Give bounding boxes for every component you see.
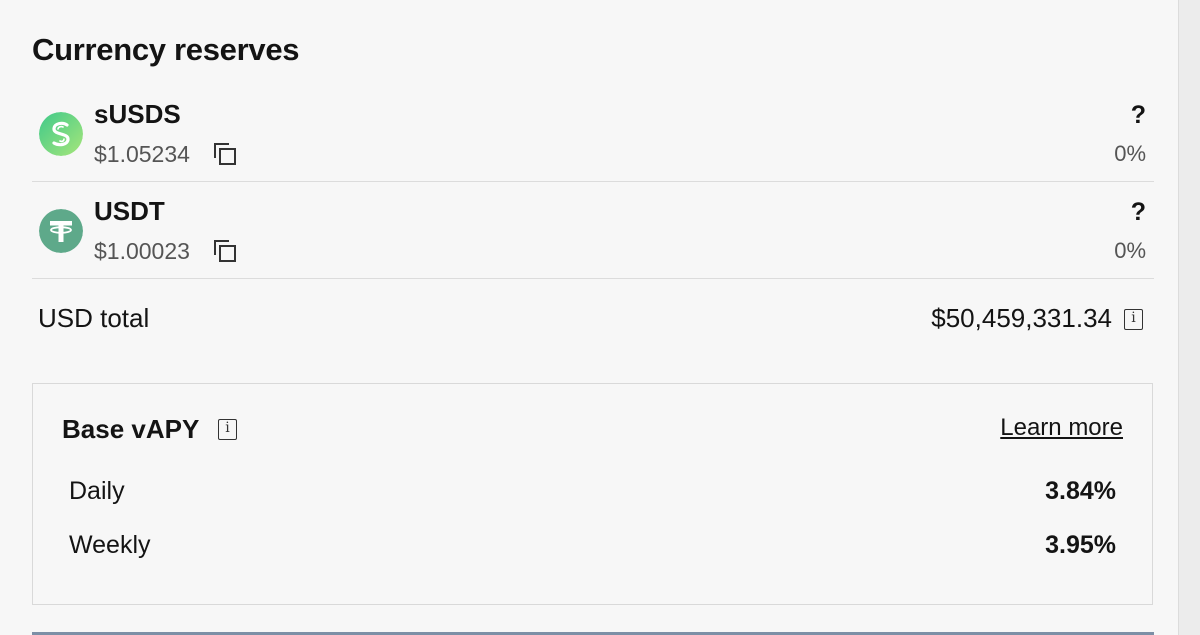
reserve-row-usdt: USDT $1.00023 ? 0% xyxy=(32,182,1154,279)
reserve-share: 0% xyxy=(1114,238,1146,263)
reserve-name: sUSDS xyxy=(94,99,181,129)
susds-logo-icon xyxy=(39,112,83,156)
scrollbar[interactable] xyxy=(1178,0,1200,635)
info-icon[interactable]: i xyxy=(1124,309,1143,330)
weekly-value: 3.95% xyxy=(1045,531,1116,559)
daily-value: 3.84% xyxy=(1045,477,1116,505)
copy-icon[interactable] xyxy=(212,141,238,167)
daily-label: Daily xyxy=(69,477,125,505)
status-unknown: ? xyxy=(1130,198,1146,226)
status-unknown: ? xyxy=(1130,101,1146,129)
reserve-name: USDT xyxy=(94,196,165,226)
reserve-price: $1.05234 xyxy=(94,141,190,167)
section-title: Currency reserves xyxy=(32,32,300,67)
usd-total-value: $50,459,331.34 xyxy=(931,303,1112,333)
usd-total-label: USD total xyxy=(38,303,150,333)
weekly-label: Weekly xyxy=(69,531,151,559)
reserve-price: $1.00023 xyxy=(94,238,190,264)
tether-logo-icon xyxy=(39,209,83,253)
copy-icon[interactable] xyxy=(212,238,238,264)
learn-more-link[interactable]: Learn more xyxy=(1000,414,1123,442)
currency-reserves-page: Currency reserves sUSDS $1.05234 ? 0% US… xyxy=(0,0,1200,635)
reserve-share: 0% xyxy=(1114,141,1146,166)
base-vapy-panel: Base vAPY i Learn more Daily 3.84% Weekl… xyxy=(32,383,1153,605)
reserve-row-susds: sUSDS $1.05234 ? 0% xyxy=(32,85,1154,182)
vapy-title: Base vAPY xyxy=(62,414,200,444)
info-icon[interactable]: i xyxy=(218,419,237,440)
